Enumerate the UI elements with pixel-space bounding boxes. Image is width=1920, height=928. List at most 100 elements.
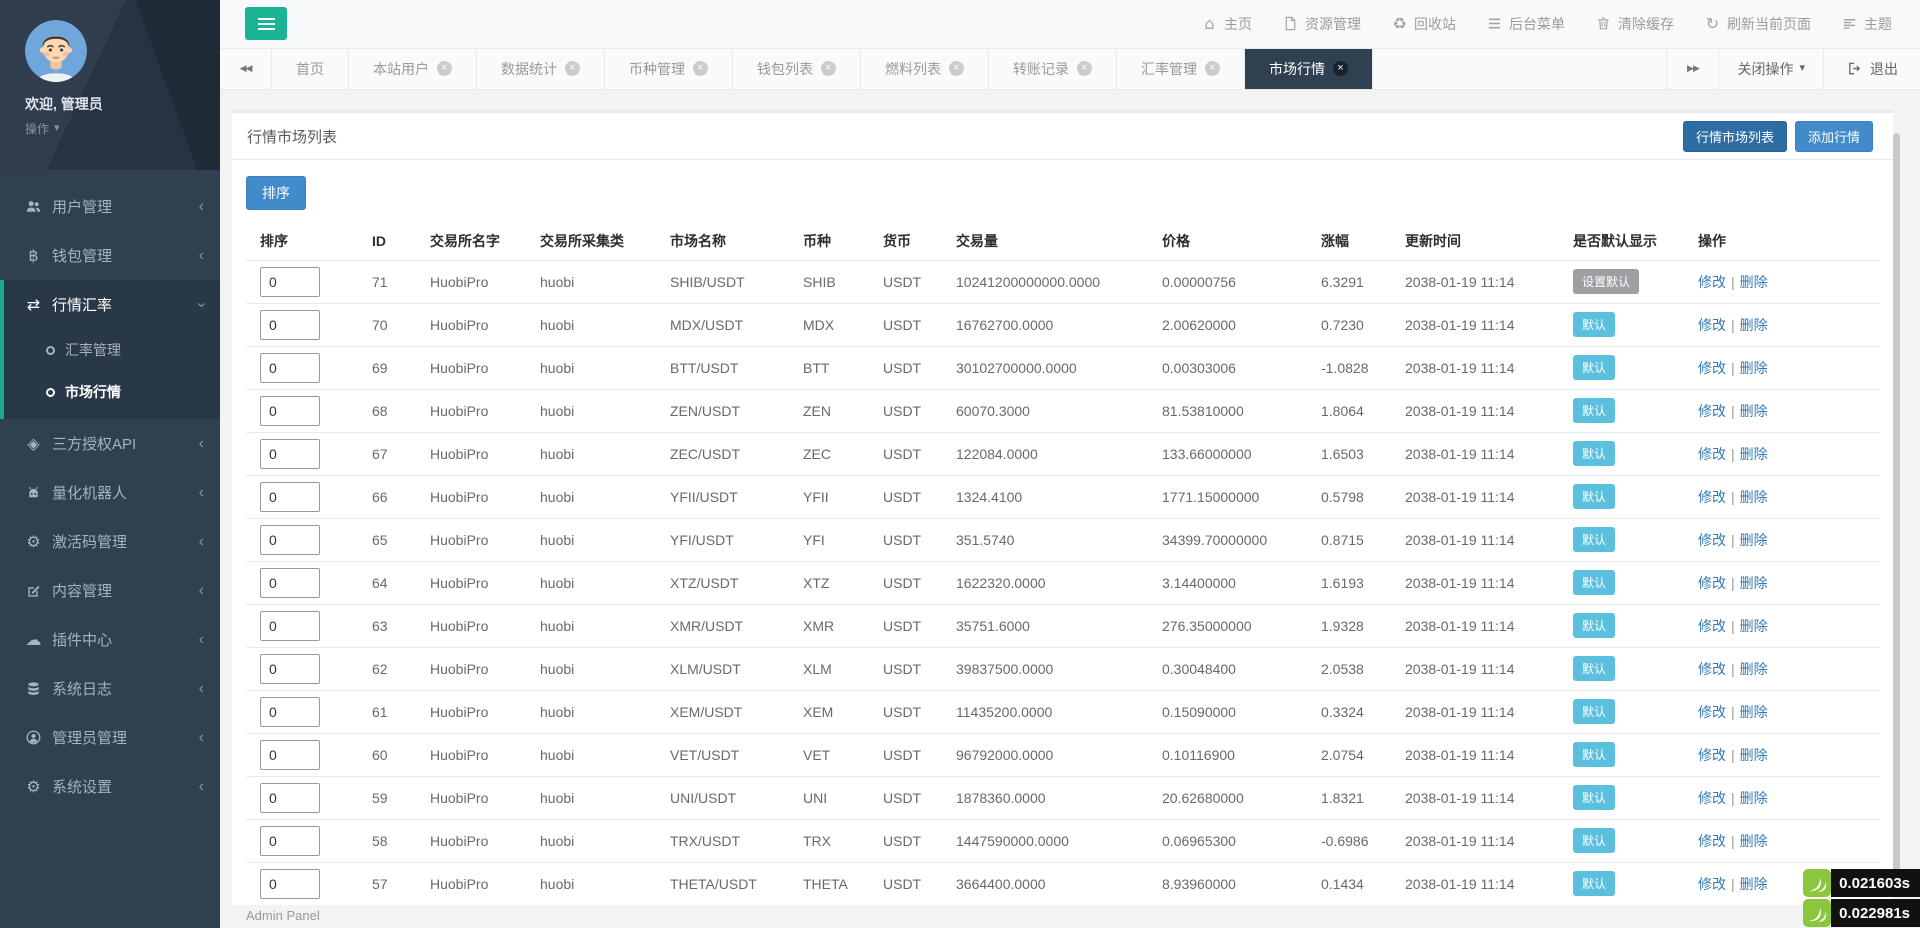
sort-input[interactable] <box>260 439 320 469</box>
tab-wallet-list[interactable]: 钱包列表× <box>733 49 861 89</box>
tab-close-icon[interactable]: × <box>565 61 580 76</box>
delete-link[interactable]: 删除 <box>1740 575 1768 591</box>
sort-input[interactable] <box>260 654 320 684</box>
topbar-link-theme[interactable]: 主题 <box>1841 14 1892 34</box>
default-display-badge[interactable]: 默认 <box>1573 312 1615 337</box>
edit-link[interactable]: 修改 <box>1698 317 1726 333</box>
sidebar-toggle-button[interactable] <box>245 7 287 40</box>
sidebar-link-activation-code[interactable]: ⚙激活码管理‹ <box>4 517 220 566</box>
delete-link[interactable]: 删除 <box>1740 618 1768 634</box>
sort-input[interactable] <box>260 482 320 512</box>
sort-input[interactable] <box>260 525 320 555</box>
delete-link[interactable]: 删除 <box>1740 489 1768 505</box>
tab-site-users[interactable]: 本站用户× <box>349 49 477 89</box>
tabs-scroll-left-button[interactable]: ◀◀ <box>220 49 272 89</box>
sidebar-link-content-manage[interactable]: 内容管理‹ <box>4 566 220 615</box>
edit-link[interactable]: 修改 <box>1698 274 1726 290</box>
tab-close-icon[interactable]: × <box>1077 61 1092 76</box>
tab-transfer-records[interactable]: 转账记录× <box>989 49 1117 89</box>
topbar-link-recycle-bin[interactable]: ♻回收站 <box>1391 14 1456 34</box>
delete-link[interactable]: 删除 <box>1740 661 1768 677</box>
sidebar-link-wallet[interactable]: ฿钱包管理‹ <box>4 231 220 280</box>
market-list-button[interactable]: 行情市场列表 <box>1683 121 1787 152</box>
tab-rate-manage[interactable]: 汇率管理× <box>1117 49 1245 89</box>
edit-link[interactable]: 修改 <box>1698 446 1726 462</box>
tab-home[interactable]: 首页 <box>272 49 349 89</box>
default-display-badge[interactable]: 默认 <box>1573 441 1615 466</box>
sort-input[interactable] <box>260 568 320 598</box>
logout-button[interactable]: 退出 <box>1823 49 1920 89</box>
tab-close-icon[interactable]: × <box>437 61 452 76</box>
topbar-link-resource-manage[interactable]: 资源管理 <box>1282 14 1361 34</box>
sort-input[interactable] <box>260 267 320 297</box>
default-display-badge[interactable]: 默认 <box>1573 656 1615 681</box>
edit-link[interactable]: 修改 <box>1698 532 1726 548</box>
sidebar-subitem-market-quote[interactable]: 市场行情 <box>4 371 220 413</box>
edit-link[interactable]: 修改 <box>1698 575 1726 591</box>
topbar-link-home[interactable]: ⌂主页 <box>1201 14 1252 34</box>
tab-coin-manage[interactable]: 币种管理× <box>605 49 733 89</box>
tab-close-icon[interactable]: × <box>821 61 836 76</box>
sidebar-link-plugin-center[interactable]: ☁插件中心‹ <box>4 615 220 664</box>
tab-fuel-list[interactable]: 燃料列表× <box>861 49 989 89</box>
sort-input[interactable] <box>260 611 320 641</box>
tab-close-icon[interactable]: × <box>1205 61 1220 76</box>
default-display-badge[interactable]: 默认 <box>1573 742 1615 767</box>
sidebar-link-system-setting[interactable]: ⚙系统设置‹ <box>4 762 220 811</box>
default-display-badge[interactable]: 默认 <box>1573 398 1615 423</box>
delete-link[interactable]: 删除 <box>1740 360 1768 376</box>
default-display-badge[interactable]: 默认 <box>1573 828 1615 853</box>
default-display-badge[interactable]: 默认 <box>1573 527 1615 552</box>
edit-link[interactable]: 修改 <box>1698 403 1726 419</box>
delete-link[interactable]: 删除 <box>1740 532 1768 548</box>
default-display-badge[interactable]: 设置默认 <box>1573 269 1639 294</box>
sidebar-subitem-rate-manage[interactable]: 汇率管理 <box>4 329 220 371</box>
sidebar-link-admin-manage[interactable]: 管理员管理‹ <box>4 713 220 762</box>
sort-input[interactable] <box>260 783 320 813</box>
sidebar-link-quant-robot[interactable]: 量化机器人‹ <box>4 468 220 517</box>
default-display-badge[interactable]: 默认 <box>1573 570 1615 595</box>
edit-link[interactable]: 修改 <box>1698 704 1726 720</box>
close-actions-dropdown[interactable]: 关闭操作 ▾ <box>1718 49 1823 89</box>
topbar-link-clear-cache[interactable]: 清除缓存 <box>1595 14 1674 34</box>
debug-time-badge[interactable]: 0.021603s <box>1803 869 1920 897</box>
delete-link[interactable]: 删除 <box>1740 446 1768 462</box>
profile-action-dropdown[interactable]: 操作 ▾ <box>25 120 60 137</box>
add-market-button[interactable]: 添加行情 <box>1795 121 1873 152</box>
edit-link[interactable]: 修改 <box>1698 833 1726 849</box>
avatar[interactable] <box>25 20 87 82</box>
tabs-scroll-right-button[interactable]: ▶▶ <box>1666 49 1718 89</box>
tab-market-quote[interactable]: 市场行情× <box>1245 49 1373 89</box>
default-display-badge[interactable]: 默认 <box>1573 699 1615 724</box>
sort-input[interactable] <box>260 740 320 770</box>
edit-link[interactable]: 修改 <box>1698 747 1726 763</box>
sort-input[interactable] <box>260 310 320 340</box>
sort-input[interactable] <box>260 826 320 856</box>
default-display-badge[interactable]: 默认 <box>1573 785 1615 810</box>
delete-link[interactable]: 删除 <box>1740 317 1768 333</box>
sort-input[interactable] <box>260 353 320 383</box>
delete-link[interactable]: 删除 <box>1740 747 1768 763</box>
sort-input[interactable] <box>260 697 320 727</box>
sort-input[interactable] <box>260 396 320 426</box>
default-display-badge[interactable]: 默认 <box>1573 613 1615 638</box>
tab-close-icon[interactable]: × <box>693 61 708 76</box>
edit-link[interactable]: 修改 <box>1698 790 1726 806</box>
sidebar-link-market-rate[interactable]: ⇄行情汇率‹ <box>4 280 220 329</box>
delete-link[interactable]: 删除 <box>1740 274 1768 290</box>
sidebar-link-users[interactable]: 用户管理‹ <box>4 182 220 231</box>
delete-link[interactable]: 删除 <box>1740 790 1768 806</box>
default-display-badge[interactable]: 默认 <box>1573 871 1615 896</box>
debug-time-badge[interactable]: 0.022981s <box>1803 899 1920 927</box>
sort-input[interactable] <box>260 869 320 899</box>
delete-link[interactable]: 删除 <box>1740 876 1768 892</box>
sidebar-link-system-log[interactable]: 系统日志‹ <box>4 664 220 713</box>
default-display-badge[interactable]: 默认 <box>1573 484 1615 509</box>
edit-link[interactable]: 修改 <box>1698 489 1726 505</box>
edit-link[interactable]: 修改 <box>1698 661 1726 677</box>
topbar-link-backend-menu[interactable]: 后台菜单 <box>1486 14 1565 34</box>
tab-close-icon[interactable]: × <box>949 61 964 76</box>
sort-button[interactable]: 排序 <box>246 176 306 210</box>
edit-link[interactable]: 修改 <box>1698 360 1726 376</box>
default-display-badge[interactable]: 默认 <box>1573 355 1615 380</box>
